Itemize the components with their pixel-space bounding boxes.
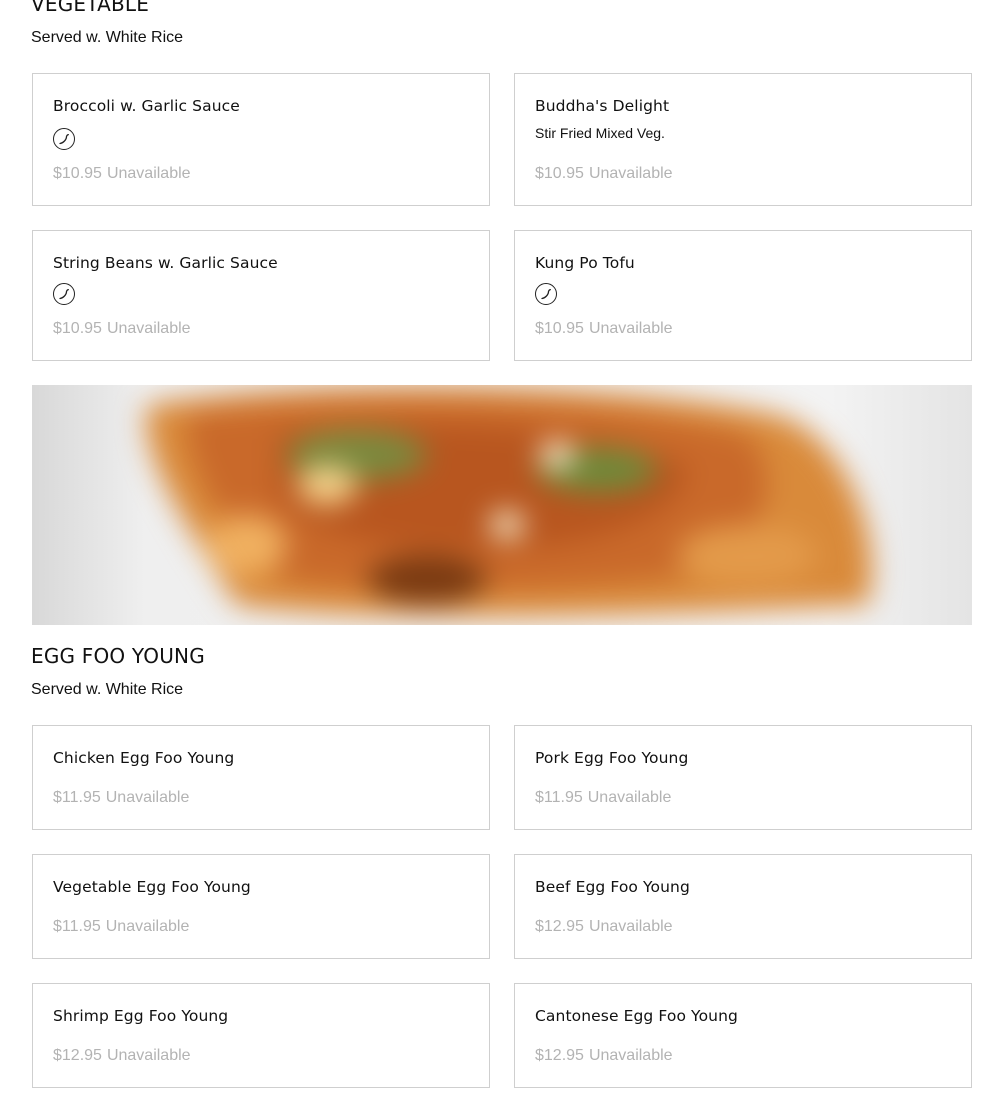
item-name: Pork Egg Foo Young (535, 749, 689, 767)
menu-item-card[interactable]: Buddha's Delight Stir Fried Mixed Veg. $… (514, 73, 972, 206)
menu-item-card[interactable]: Chicken Egg Foo Young $11.95 Unavailable (32, 725, 490, 830)
item-status: Unavailable (105, 918, 190, 935)
menu-item-card[interactable]: Cantonese Egg Foo Young $12.95 Unavailabl… (514, 983, 972, 1088)
item-name: Vegetable Egg Foo Young (53, 878, 251, 896)
section-subtitle-egg-foo-young: Served w. White Rice (31, 681, 184, 698)
item-status: Unavailable (588, 918, 673, 935)
price-line: $12.95 Unavailable (535, 917, 673, 937)
menu-item-card[interactable]: Pork Egg Foo Young $11.95 Unavailable (514, 725, 972, 830)
price-line: $11.95 Unavailable (53, 788, 189, 808)
item-status: Unavailable (106, 320, 191, 337)
menu-item-card[interactable]: Vegetable Egg Foo Young $11.95 Unavailabl… (32, 854, 490, 959)
item-name: Buddha's Delight (535, 97, 670, 115)
item-price: $12.95 (53, 1047, 102, 1064)
item-price: $10.95 (535, 320, 584, 337)
item-status: Unavailable (105, 789, 190, 806)
price-line: $11.95 Unavailable (535, 788, 671, 808)
menu-item-card[interactable]: String Beans w. Garlic Sauce $10.95 Unava… (32, 230, 490, 361)
price-line: $10.95 Unavailable (53, 164, 191, 184)
section-subtitle-vegetable: Served w. White Rice (31, 29, 184, 46)
item-status: Unavailable (588, 165, 673, 182)
chili-pepper-icon (535, 283, 557, 305)
item-price: $11.95 (535, 789, 583, 806)
item-price: $12.95 (535, 918, 584, 935)
menu-item-card[interactable]: Beef Egg Foo Young $12.95 Unavailable (514, 854, 972, 959)
vegetable-items-grid: Broccoli w. Garlic Sauce $10.95 Unavailab… (32, 73, 972, 361)
menu-item-card[interactable]: Shrimp Egg Foo Young $12.95 Unavailable (32, 983, 490, 1088)
item-status: Unavailable (588, 1047, 673, 1064)
egg-foo-young-banner-image (32, 385, 972, 625)
price-line: $10.95 Unavailable (535, 319, 673, 339)
menu-page: VEGETABLE Served w. White Rice Broccoli … (0, 0, 1003, 1102)
egg-foo-young-items-grid: Chicken Egg Foo Young $11.95 Unavailable … (32, 725, 972, 1088)
item-price: $10.95 (53, 320, 102, 337)
chili-pepper-icon (53, 128, 75, 150)
item-name: Broccoli w. Garlic Sauce (53, 97, 240, 115)
item-status: Unavailable (106, 165, 191, 182)
section-title-egg-foo-young: EGG FOO YOUNG (31, 644, 205, 668)
price-line: $11.95 Unavailable (53, 917, 189, 937)
item-price: $12.95 (535, 1047, 584, 1064)
section-title-vegetable: VEGETABLE (31, 0, 150, 16)
item-name: String Beans w. Garlic Sauce (53, 254, 278, 272)
price-line: $12.95 Unavailable (535, 1046, 673, 1066)
price-line: $10.95 Unavailable (535, 164, 673, 184)
item-name: Beef Egg Foo Young (535, 878, 690, 896)
item-price: $10.95 (53, 165, 102, 182)
item-status: Unavailable (587, 789, 672, 806)
item-name: Shrimp Egg Foo Young (53, 1007, 229, 1025)
menu-item-card[interactable]: Broccoli w. Garlic Sauce $10.95 Unavailab… (32, 73, 490, 206)
item-status: Unavailable (588, 320, 673, 337)
price-line: $12.95 Unavailable (53, 1046, 191, 1066)
item-price: $10.95 (535, 165, 584, 182)
chili-pepper-icon (53, 283, 75, 305)
item-status: Unavailable (106, 1047, 191, 1064)
item-price: $11.95 (53, 789, 101, 806)
price-line: $10.95 Unavailable (53, 319, 191, 339)
item-name: Kung Po Tofu (535, 254, 635, 272)
item-price: $11.95 (53, 918, 101, 935)
item-description: Stir Fried Mixed Veg. (535, 125, 665, 141)
item-name: Chicken Egg Foo Young (53, 749, 235, 767)
item-name: Cantonese Egg Foo Young (535, 1007, 738, 1025)
menu-item-card[interactable]: Kung Po Tofu $10.95 Unavailable (514, 230, 972, 361)
